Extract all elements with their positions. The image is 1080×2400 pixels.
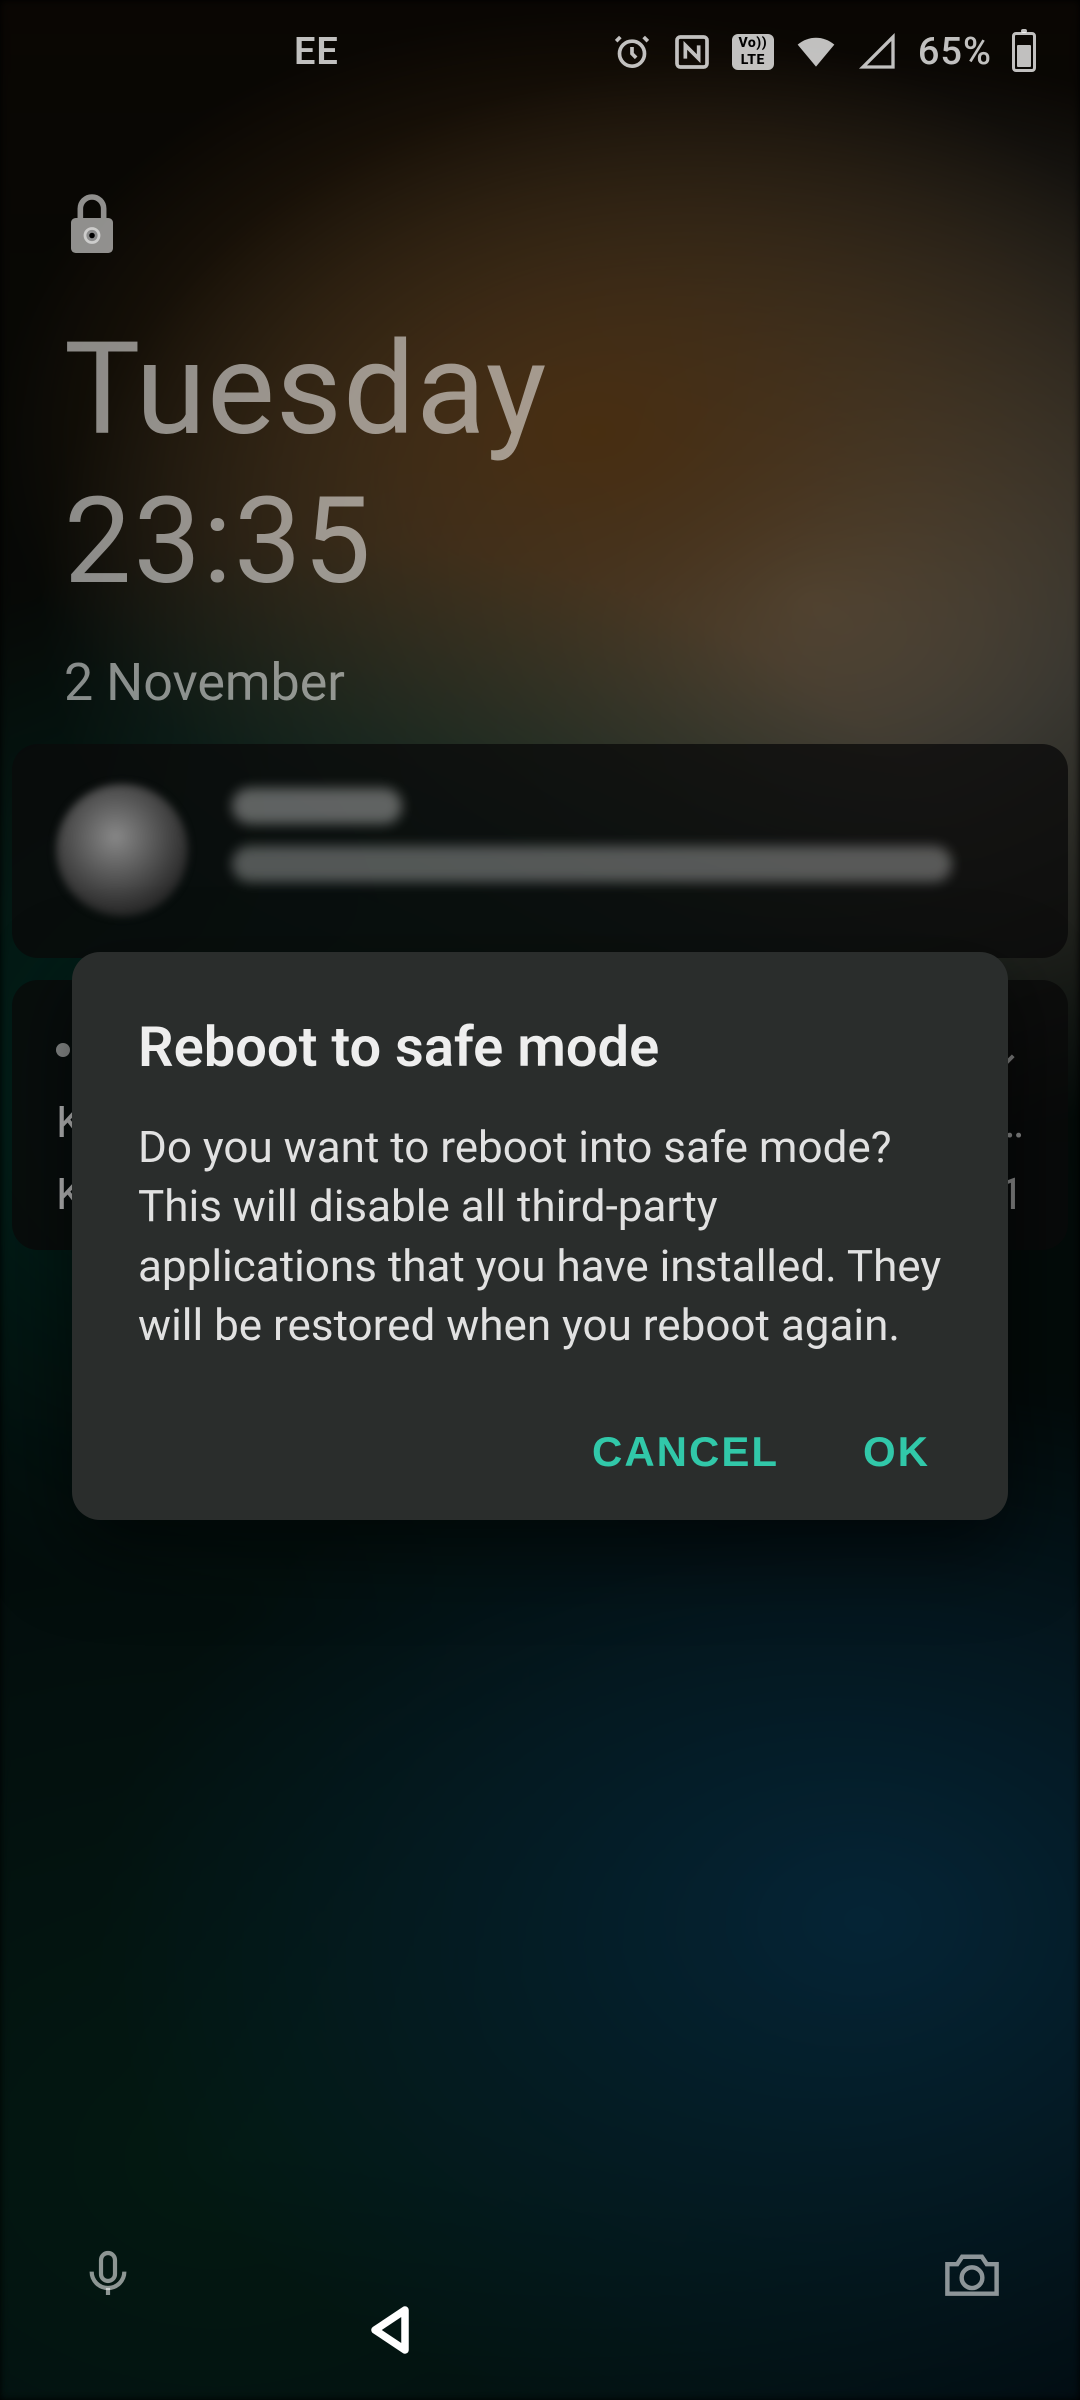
dialog-body: Do you want to reboot into safe mode? Th… (138, 1118, 942, 1356)
nfc-icon (672, 32, 712, 72)
lockscreen-time: 23:35 (64, 482, 547, 602)
lockscreen-bottom-bar (0, 2180, 1080, 2400)
back-nav-icon[interactable] (360, 2300, 420, 2360)
notification-body-redacted (232, 846, 952, 882)
wifi-icon (794, 32, 838, 72)
volte-top: Vo)) (738, 35, 767, 52)
notification-avatar (56, 784, 188, 916)
alarm-icon (612, 32, 652, 72)
lock-icon (64, 190, 120, 256)
status-bar: EE Vo)) LTE 65% (0, 0, 1080, 104)
volte-bottom: LTE (741, 52, 765, 69)
camera-shortcut[interactable] (936, 2238, 1008, 2310)
notification-card[interactable] (12, 744, 1068, 958)
battery-icon (1012, 32, 1036, 72)
cancel-button[interactable]: CANCEL (592, 1428, 779, 1476)
lockscreen-day: Tuesday (64, 326, 547, 454)
carrier-label: EE (294, 30, 339, 74)
cellular-signal-icon (858, 32, 898, 72)
safe-mode-dialog: Reboot to safe mode Do you want to reboo… (72, 952, 1008, 1520)
ok-button[interactable]: OK (863, 1428, 930, 1476)
dialog-title: Reboot to safe mode (138, 1014, 942, 1080)
lockscreen-info: Tuesday 23:35 2 November (64, 190, 547, 713)
battery-percentage: 65% (918, 30, 992, 74)
voice-assist-shortcut[interactable] (72, 2238, 144, 2310)
dialog-actions: CANCEL OK (138, 1428, 942, 1476)
notification-title-redacted (232, 788, 402, 824)
lockscreen-date: 2 November (64, 652, 547, 713)
volte-icon: Vo)) LTE (732, 34, 774, 70)
